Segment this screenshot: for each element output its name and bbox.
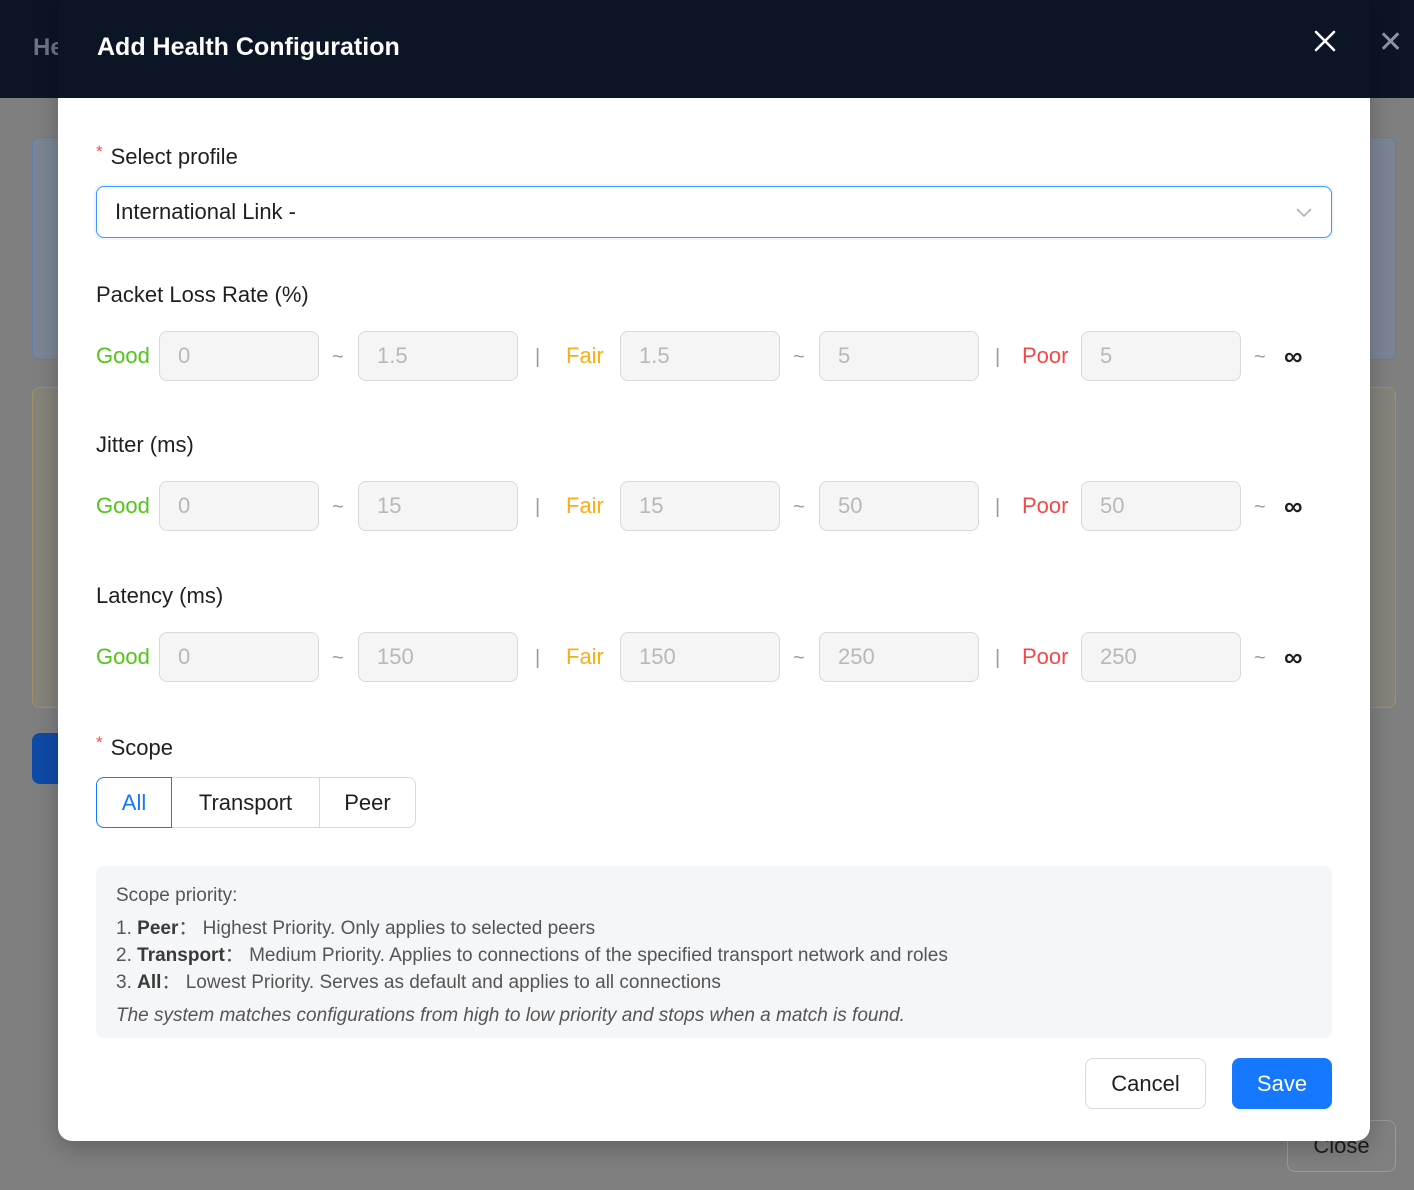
fair-max-input[interactable]: 50	[819, 481, 979, 531]
scope-segmented-control: All Transport Peer	[96, 777, 416, 828]
background-close-icon: ✕	[1378, 26, 1404, 59]
range-divider: |	[535, 647, 541, 669]
good-min-input[interactable]: 0	[159, 331, 319, 381]
poor-label: Poor	[1022, 343, 1069, 368]
priority-desc: Medium Priority. Applies to connections …	[249, 945, 948, 966]
priority-name: All	[137, 972, 162, 993]
priority-num: 2.	[116, 945, 132, 966]
good-min-input[interactable]: 0	[159, 481, 319, 531]
threshold-row-packet-loss: Good 0 ~ 1.5 | Fair 1.5 ~ 5 | Poor 5 ~ ∞	[96, 331, 1332, 381]
fair-label: Fair	[566, 343, 604, 368]
range-divider: |	[995, 496, 1001, 518]
priority-colon: ：	[178, 918, 198, 939]
good-label: Good	[96, 493, 150, 518]
range-divider: |	[995, 647, 1001, 669]
close-icon[interactable]	[1310, 26, 1340, 56]
poor-min-input[interactable]: 5	[1081, 331, 1241, 381]
fair-label: Fair	[566, 644, 604, 669]
priority-item: 3. All： Lowest Priority. Serves as defau…	[116, 969, 1312, 996]
required-marker: *	[96, 733, 103, 752]
scope-label-text: Scope	[110, 735, 174, 760]
range-divider: |	[995, 346, 1001, 368]
scope-label: * Scope	[96, 733, 174, 761]
scope-priority-info: Scope priority: 1. Peer： Highest Priorit…	[96, 866, 1332, 1038]
metric-title-jitter: Jitter (ms)	[96, 432, 194, 457]
required-marker: *	[96, 142, 103, 161]
range-divider: |	[535, 496, 541, 518]
infinity-symbol: ∞	[1284, 341, 1303, 371]
profile-select[interactable]: International Link -	[96, 186, 1332, 238]
priority-desc: Lowest Priority. Serves as default and a…	[185, 972, 721, 993]
good-label: Good	[96, 644, 150, 669]
range-tilde: ~	[793, 496, 805, 518]
metric-title-packet-loss: Packet Loss Rate (%)	[96, 282, 309, 307]
threshold-row-jitter: Good 0 ~ 15 | Fair 15 ~ 50 | Poor 50 ~ ∞	[96, 481, 1332, 531]
poor-label: Poor	[1022, 493, 1069, 518]
save-button[interactable]: Save	[1232, 1058, 1332, 1109]
good-max-input[interactable]: 150	[358, 632, 518, 682]
priority-desc: Highest Priority. Only applies to select…	[202, 918, 596, 939]
modal-header: Add Health Configuration	[58, 0, 1370, 98]
priority-item: 1. Peer： Highest Priority. Only applies …	[116, 915, 1312, 942]
poor-min-input[interactable]: 250	[1081, 632, 1241, 682]
range-tilde: ~	[332, 346, 344, 368]
metric-title-latency: Latency (ms)	[96, 583, 224, 608]
cancel-button[interactable]: Cancel	[1085, 1058, 1206, 1109]
fair-min-input[interactable]: 1.5	[620, 331, 780, 381]
priority-heading: Scope priority:	[116, 885, 238, 906]
priority-note: The system matches configurations from h…	[116, 1005, 905, 1026]
good-label: Good	[96, 343, 150, 368]
range-tilde: ~	[1254, 496, 1266, 518]
good-max-input[interactable]: 15	[358, 481, 518, 531]
good-max-input[interactable]: 1.5	[358, 331, 518, 381]
infinity-symbol: ∞	[1284, 642, 1303, 672]
modal-title: Add Health Configuration	[97, 33, 400, 61]
range-tilde: ~	[1254, 647, 1266, 669]
priority-name: Peer	[137, 918, 179, 939]
fair-max-input[interactable]: 5	[819, 331, 979, 381]
priority-num: 1.	[116, 918, 132, 939]
priority-name: Transport	[137, 945, 225, 966]
add-health-config-modal: Add Health Configuration * Select profil…	[58, 0, 1370, 1141]
chevron-down-icon	[1296, 208, 1312, 218]
range-tilde: ~	[332, 496, 344, 518]
scope-option-peer[interactable]: Peer	[319, 777, 416, 828]
profile-label-text: Select profile	[110, 144, 238, 169]
poor-min-input[interactable]: 50	[1081, 481, 1241, 531]
scope-option-all[interactable]: All	[96, 777, 172, 828]
range-tilde: ~	[1254, 346, 1266, 368]
profile-label: * Select profile	[96, 142, 238, 170]
poor-label: Poor	[1022, 644, 1069, 669]
scope-option-transport[interactable]: Transport	[171, 777, 320, 828]
good-min-input[interactable]: 0	[159, 632, 319, 682]
fair-max-input[interactable]: 250	[819, 632, 979, 682]
threshold-row-latency: Good 0 ~ 150 | Fair 150 ~ 250 | Poor 250…	[96, 632, 1332, 682]
fair-label: Fair	[566, 493, 604, 518]
priority-colon: ：	[224, 945, 244, 966]
infinity-symbol: ∞	[1284, 491, 1303, 521]
fair-min-input[interactable]: 150	[620, 632, 780, 682]
priority-item: 2. Transport： Medium Priority. Applies t…	[116, 942, 1312, 969]
priority-colon: ：	[161, 972, 181, 993]
priority-num: 3.	[116, 972, 132, 993]
fair-min-input[interactable]: 15	[620, 481, 780, 531]
range-tilde: ~	[793, 647, 805, 669]
range-divider: |	[535, 346, 541, 368]
profile-select-value: International Link -	[115, 199, 296, 224]
range-tilde: ~	[793, 346, 805, 368]
range-tilde: ~	[332, 647, 344, 669]
